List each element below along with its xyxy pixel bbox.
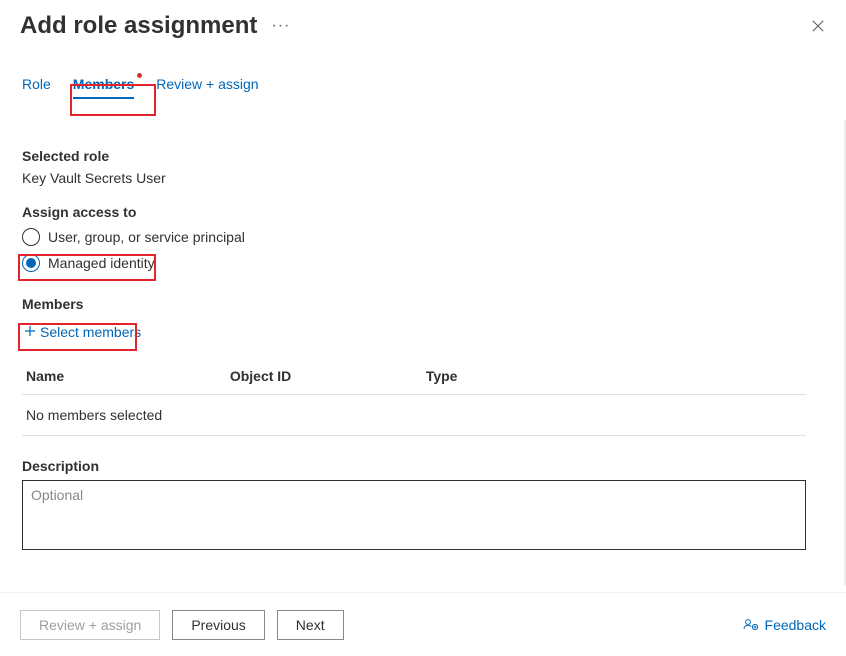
next-button[interactable]: Next (277, 610, 344, 640)
description-label: Description (22, 458, 822, 474)
more-actions-icon[interactable]: ··· (271, 12, 290, 40)
selected-role-value: Key Vault Secrets User (22, 170, 822, 186)
members-empty-row: No members selected (22, 395, 806, 436)
tab-members-dirty-dot-icon (137, 73, 142, 78)
radio-icon (22, 228, 40, 246)
feedback-label: Feedback (765, 617, 826, 633)
radio-user-group-label: User, group, or service principal (48, 229, 245, 245)
col-object-id[interactable]: Object ID (226, 358, 422, 395)
members-label: Members (22, 296, 822, 312)
radio-managed-identity[interactable]: Managed identity (22, 254, 822, 272)
tab-content: Selected role Key Vault Secrets User Ass… (0, 120, 846, 586)
wizard-footer: Review + assign Previous Next Feedback (0, 592, 846, 656)
description-input[interactable] (22, 480, 806, 550)
col-name[interactable]: Name (22, 358, 226, 395)
assign-access-label: Assign access to (22, 204, 822, 220)
page-header: Add role assignment ··· (0, 0, 846, 44)
radio-managed-identity-label: Managed identity (48, 255, 155, 271)
col-type[interactable]: Type (422, 358, 806, 395)
selected-role-label: Selected role (22, 148, 822, 164)
feedback-link[interactable]: Feedback (743, 617, 826, 633)
tab-members-label: Members (73, 76, 134, 92)
close-icon (811, 19, 825, 33)
page-title: Add role assignment (20, 12, 257, 40)
previous-button[interactable]: Previous (172, 610, 264, 640)
radio-user-group-service-principal[interactable]: User, group, or service principal (22, 228, 822, 246)
review-assign-button[interactable]: Review + assign (20, 610, 160, 640)
feedback-icon (743, 617, 759, 633)
select-members-label: Select members (40, 324, 141, 340)
tab-review-assign[interactable]: Review + assign (156, 76, 258, 100)
select-members-button[interactable]: Select members (22, 322, 143, 342)
radio-icon (22, 254, 40, 272)
close-button[interactable] (810, 18, 826, 34)
plus-icon (24, 324, 36, 340)
tab-role[interactable]: Role (22, 76, 51, 100)
tab-members[interactable]: Members (73, 76, 134, 100)
wizard-tabs: Role Members Review + assign (0, 44, 846, 100)
members-table: Name Object ID Type No members selected (22, 358, 806, 436)
